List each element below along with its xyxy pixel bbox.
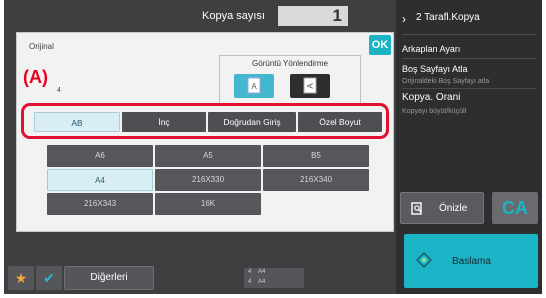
orientation-portrait-button[interactable]: A: [234, 74, 274, 98]
preview-button[interactable]: Önizle: [400, 192, 484, 224]
size-button[interactable]: B5: [263, 145, 369, 167]
tab-ab[interactable]: AB: [34, 112, 120, 132]
copy-count-label: Kopya sayısı: [202, 10, 265, 22]
right-item-skip-blank-sub: Orijinaldeki Boş Sayfayı atla: [402, 78, 490, 85]
paper-mark: 4: [248, 269, 252, 275]
right-item-skip-blank[interactable]: Boş Sayfayı Atla: [402, 64, 468, 74]
star-icon[interactable]: ★: [8, 266, 34, 290]
bottom-bar: ★ ✔ Diğerleri 4 A4 4 A4: [4, 264, 396, 294]
portrait-page-icon: A: [247, 77, 261, 94]
size-button[interactable]: 216X340: [263, 169, 369, 191]
callout-a-label: (A): [23, 67, 48, 87]
image-orientation-group: Görüntü Yönlendirme A A: [219, 55, 361, 105]
orientation-label: Görüntü Yönlendirme: [252, 59, 328, 68]
chevron-right-icon: ›: [402, 12, 406, 26]
callout-sub-label: 4: [57, 87, 61, 94]
copy-count-input[interactable]: 1: [278, 6, 348, 26]
divider: [402, 58, 536, 59]
size-button[interactable]: 216X330: [155, 169, 261, 191]
svg-text:A: A: [251, 82, 257, 91]
divider: [402, 34, 536, 35]
tab-direct-entry[interactable]: Doğrudan Giriş: [208, 112, 296, 132]
size-button-selected[interactable]: A4: [47, 169, 153, 191]
tab-inch[interactable]: İnç: [122, 112, 206, 132]
size-button[interactable]: 216X343: [47, 193, 153, 215]
paper-mark: A4: [258, 279, 266, 285]
right-item-2sided[interactable]: 2 Tarafl.Kopya: [416, 12, 480, 23]
right-item-copy-ratio[interactable]: Kopya. Orani: [402, 92, 460, 103]
paper-mark: 4: [248, 279, 252, 285]
check-icon[interactable]: ✔: [36, 266, 62, 290]
ok-button[interactable]: OK: [369, 35, 391, 55]
right-item-copy-ratio-sub: Kopyayı büyüt/küçült: [402, 108, 467, 115]
orientation-landscape-button[interactable]: A: [290, 74, 330, 98]
copy-screen: Kopya sayısı 1 › 2 Tarafl.Kopya Arkaplan…: [4, 0, 542, 294]
original-size-dialog: Orijinal OK Görüntü Yönlendirme A A (A) …: [16, 32, 394, 232]
divider: [402, 88, 536, 89]
svg-text:A: A: [306, 83, 315, 89]
others-button[interactable]: Diğerleri: [64, 266, 154, 290]
preview-icon: [411, 202, 422, 215]
rotated-page-icon: A: [303, 77, 317, 94]
right-panel: › 2 Tarafl.Kopya Arkaplan Ayarı Boş Sayf…: [396, 0, 542, 294]
start-button[interactable]: Baslama: [404, 234, 538, 288]
preview-label: Önizle: [439, 203, 468, 214]
paper-mark: A4: [258, 269, 266, 275]
right-item-background[interactable]: Arkaplan Ayarı: [402, 44, 460, 54]
paper-status-indicator: 4 A4 4 A4: [244, 268, 304, 288]
unit-tabs-highlight: AB İnç Doğrudan Giriş Özel Boyut: [21, 103, 389, 139]
start-diamond-icon: [416, 252, 432, 268]
size-button[interactable]: A6: [47, 145, 153, 167]
start-label: Baslama: [452, 256, 491, 267]
paper-size-grid: A6 A5 B5 A4 216X330 216X340 216X343 16K: [41, 145, 387, 229]
dialog-title: Orijinal: [29, 42, 54, 51]
size-button[interactable]: A5: [155, 145, 261, 167]
tab-custom-size[interactable]: Özel Boyut: [298, 112, 382, 132]
copy-count-bar: Kopya sayısı 1: [172, 4, 399, 30]
size-button[interactable]: 16K: [155, 193, 261, 215]
clear-all-button[interactable]: CA: [492, 192, 538, 224]
